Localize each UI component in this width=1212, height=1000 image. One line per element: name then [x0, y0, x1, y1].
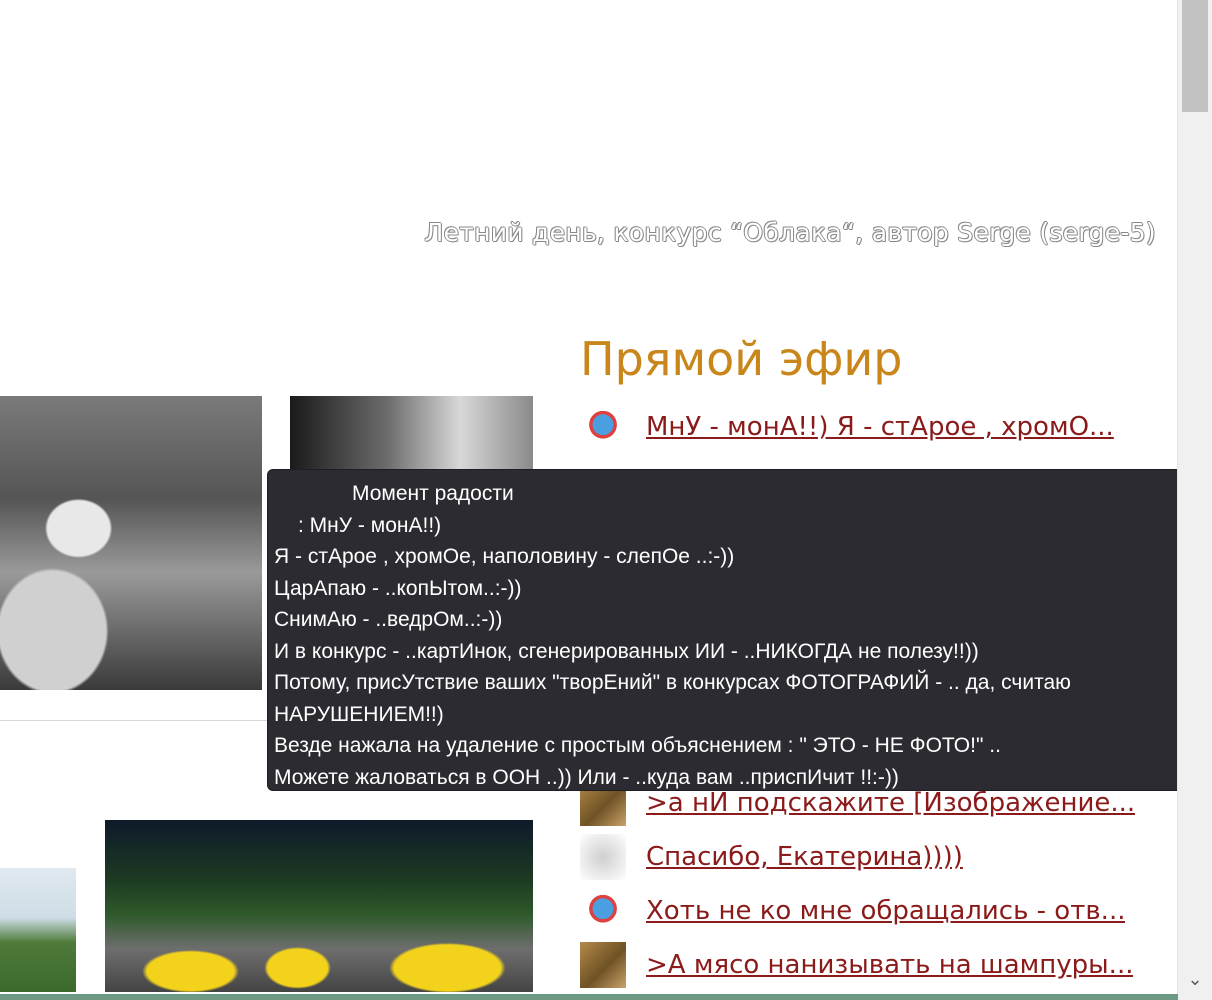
tooltip-line: Потому, присУтствие ваших "творЕний" в к… — [274, 671, 1071, 694]
tooltip-line: Можете жаловаться в ООН ..)) Или - ..куд… — [274, 765, 899, 789]
photo-caption: Летний день, конкурс “Облака“, автор Ser… — [424, 218, 1156, 247]
bottom-bar — [0, 994, 1178, 1000]
tooltip-line: И в конкурс - ..картИнок, сгенерированны… — [274, 639, 979, 663]
photo-thumbnail[interactable] — [290, 396, 533, 470]
tooltip-author-line: : МнУ - монА!!) — [298, 513, 442, 537]
tooltip-line: НАРУШЕНИЕМ!!) — [274, 702, 444, 726]
feed-item[interactable]: МнУ - монА!!) Я - стАрое , хромО... — [580, 402, 1150, 452]
tooltip-line: Везде нажала на удаление с простым объяс… — [274, 734, 1001, 757]
feed-item-link[interactable]: Хоть не ко мне обращались - отв... — [646, 896, 1125, 926]
feed-item-link[interactable]: >А мясо нанизывать на шампуры... — [646, 950, 1133, 980]
feed-item-link[interactable]: МнУ - монА!!) Я - стАрое , хромО... — [646, 412, 1114, 442]
tooltip-line: Я - стАрое , хромОе, наполовину - слепОе… — [274, 545, 735, 568]
feed-item-link[interactable]: Спасибо, Екатерина)))) — [646, 842, 963, 872]
vertical-scrollbar[interactable]: ⌄ — [1177, 0, 1212, 1000]
tooltip-title: Момент радости — [352, 482, 514, 505]
chevron-down-icon[interactable]: ⌄ — [1178, 968, 1212, 992]
tooltip-line: СнимАю - ..ведрОм..:-)) — [274, 608, 503, 631]
feed-item[interactable]: Спасибо, Екатерина)))) — [580, 832, 1150, 882]
horse-avatar[interactable] — [580, 404, 626, 450]
horse-avatar[interactable] — [580, 888, 626, 934]
feed-item[interactable]: >А мясо нанизывать на шампуры... — [580, 940, 1150, 990]
photo-thumbnail[interactable] — [105, 820, 533, 992]
scrollbar-thumb[interactable] — [1182, 0, 1208, 112]
tooltip-line: ЦарАпаю - ..копЫтом..:-)) — [274, 576, 522, 600]
comment-tooltip: Момент радости : МнУ - монА!!) Я - стАро… — [267, 469, 1210, 791]
photo-thumbnail[interactable] — [0, 396, 262, 690]
blurred-avatar[interactable] — [580, 834, 626, 880]
photo-avatar[interactable] — [580, 942, 626, 988]
feed-item[interactable]: Хоть не ко мне обращались - отв... — [580, 886, 1150, 936]
photo-thumbnail[interactable] — [0, 868, 76, 992]
live-feed-title: Прямой эфир — [580, 332, 903, 386]
